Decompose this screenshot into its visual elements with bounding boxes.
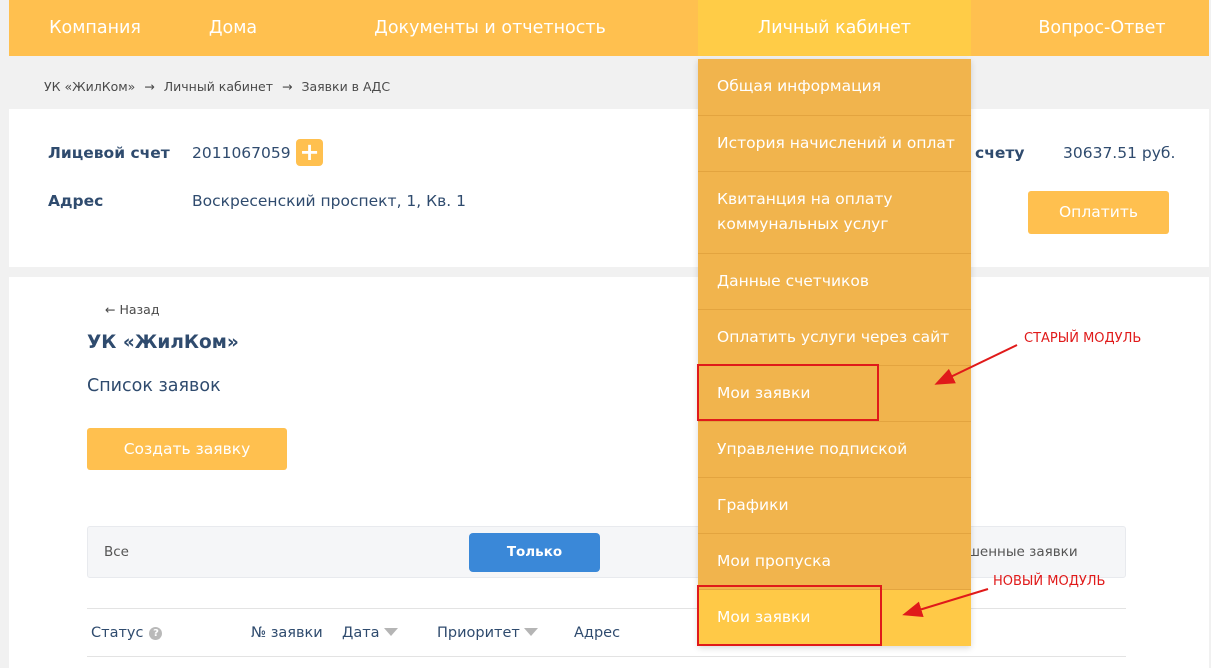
filter-completed[interactable]: ршенные заявки bbox=[959, 544, 1078, 560]
nav-item-houses[interactable]: Дома bbox=[194, 0, 272, 56]
dropdown-item-receipt[interactable]: Квитанция на оплату коммунальных услуг bbox=[698, 171, 971, 253]
column-number-label: № заявки bbox=[251, 625, 323, 641]
breadcrumb-item-current: Заявки в АДС bbox=[301, 79, 391, 94]
back-link[interactable]: ← Назад bbox=[105, 302, 159, 317]
old-module-annotation: СТАРЫЙ МОДУЛЬ bbox=[1024, 331, 1142, 346]
nav-item-company[interactable]: Компания bbox=[33, 0, 157, 56]
top-navigation: Компания Дома Документы и отчетность Лич… bbox=[9, 0, 1209, 56]
column-status[interactable]: Статус? bbox=[91, 625, 163, 641]
add-account-button[interactable]: + bbox=[296, 139, 323, 166]
list-title: Список заявок bbox=[87, 376, 221, 396]
new-module-highlight bbox=[697, 585, 882, 646]
sort-down-icon bbox=[383, 628, 398, 636]
dropdown-item-label: Оплатить услуги через сайт bbox=[717, 328, 950, 346]
plus-icon: + bbox=[299, 138, 320, 166]
nav-item-personal-account[interactable]: Личный кабинет bbox=[698, 0, 971, 56]
dropdown-item-meter-data[interactable]: Данные счетчиков bbox=[698, 253, 971, 309]
dropdown-item-subscription[interactable]: Управление подпиской bbox=[698, 421, 971, 477]
old-module-highlight bbox=[697, 364, 879, 421]
dropdown-item-schedules[interactable]: Графики bbox=[698, 477, 971, 533]
dropdown-item-label: Графики bbox=[717, 496, 789, 514]
pay-button[interactable]: Оплатить bbox=[1028, 191, 1169, 234]
filter-active[interactable]: Только активные bbox=[469, 533, 600, 599]
dropdown-item-billing-history[interactable]: История начислений и оплат bbox=[698, 115, 971, 171]
column-date-label: Дата bbox=[342, 625, 380, 641]
breadcrumb-item-account[interactable]: Личный кабинет bbox=[164, 79, 273, 94]
account-number: 2011067059 bbox=[192, 144, 291, 162]
breadcrumb-item-company[interactable]: УК «ЖилКом» bbox=[44, 79, 135, 94]
breadcrumb-separator: → bbox=[144, 79, 155, 94]
help-circle-icon[interactable]: ? bbox=[149, 627, 163, 640]
account-label: Лицевой счет bbox=[48, 144, 170, 162]
column-address[interactable]: Адрес bbox=[574, 625, 620, 641]
dropdown-item-label: Квитанция на оплату коммунальных услуг bbox=[717, 190, 893, 233]
column-status-label: Статус bbox=[91, 625, 144, 641]
address-label: Адрес bbox=[48, 192, 104, 210]
breadcrumb: УК «ЖилКом» → Личный кабинет → Заявки в … bbox=[44, 79, 390, 94]
org-title: УК «ЖилКом» bbox=[87, 332, 239, 353]
account-card: Лицевой счет 2011067059 + Адрес Воскресе… bbox=[9, 109, 1209, 267]
breadcrumb-separator: → bbox=[281, 79, 293, 94]
column-date[interactable]: Дата bbox=[342, 625, 398, 641]
new-module-annotation: НОВЫЙ МОДУЛЬ bbox=[993, 574, 1106, 589]
nav-item-faq[interactable]: Вопрос-Ответ bbox=[1017, 0, 1187, 56]
debt-amount: 30637.51 руб. bbox=[1063, 144, 1176, 162]
personal-account-dropdown: Общая информация История начислений и оп… bbox=[698, 59, 971, 646]
dropdown-item-pay-online[interactable]: Оплатить услуги через сайт bbox=[698, 309, 971, 365]
dropdown-item-general-info[interactable]: Общая информация bbox=[698, 59, 971, 115]
column-address-label: Адрес bbox=[574, 625, 621, 641]
dropdown-item-label: Данные счетчиков bbox=[717, 272, 870, 290]
create-request-button[interactable]: Создать заявку bbox=[87, 428, 287, 470]
filter-all[interactable]: Все bbox=[104, 544, 129, 560]
dropdown-item-label: Общая информация bbox=[717, 77, 882, 95]
address-value: Воскресенский проспект, 1, Кв. 1 bbox=[192, 192, 466, 210]
dropdown-item-passes[interactable]: Мои пропуска bbox=[698, 533, 971, 589]
column-priority[interactable]: Приоритет bbox=[437, 625, 538, 641]
nav-item-documents[interactable]: Документы и отчетность bbox=[369, 0, 611, 56]
dropdown-item-label: Управление подпиской bbox=[717, 440, 908, 458]
column-priority-label: Приоритет bbox=[437, 625, 520, 641]
sort-down-icon bbox=[523, 628, 538, 636]
column-number[interactable]: № заявки bbox=[251, 625, 323, 641]
dropdown-item-label: История начислений и оплат bbox=[717, 134, 955, 152]
dropdown-item-label: Мои пропуска bbox=[717, 552, 832, 570]
